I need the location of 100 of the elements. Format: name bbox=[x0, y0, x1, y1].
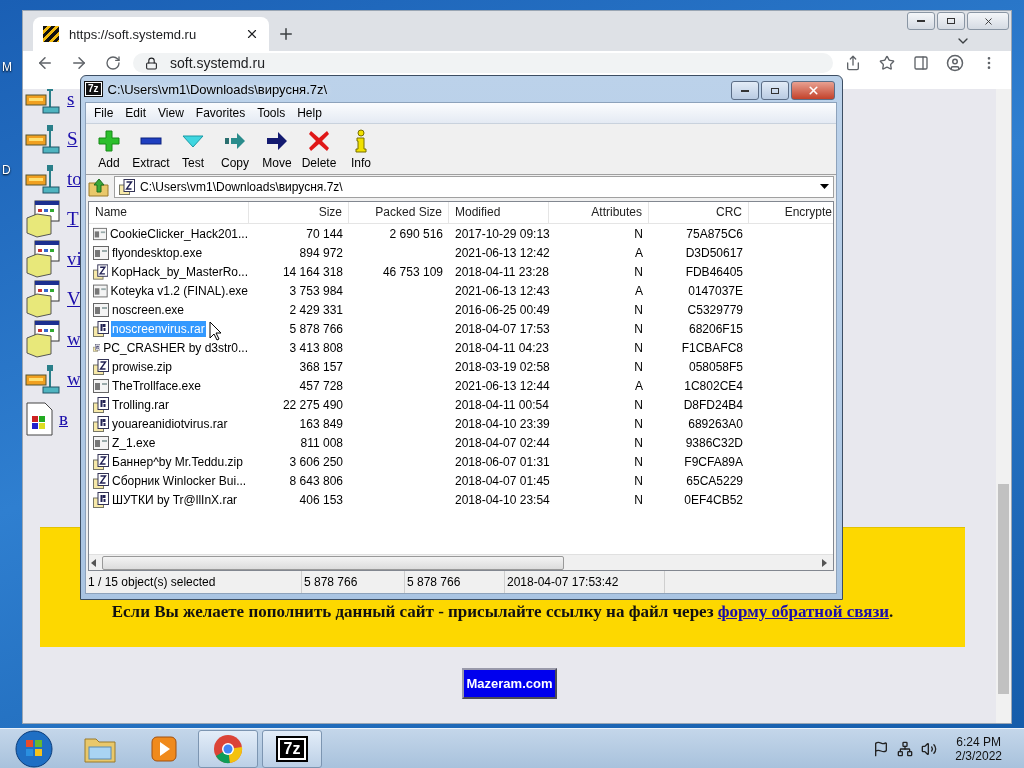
table-cell-text: A bbox=[634, 245, 644, 260]
table-cell-text: 2018-04-07 01:45 bbox=[454, 473, 549, 488]
file-name[interactable]: Trolling.rar bbox=[111, 396, 170, 413]
table-cell-text: N bbox=[633, 226, 644, 241]
column-header[interactable]: CRC bbox=[649, 202, 749, 223]
scrollbar-thumb[interactable] bbox=[998, 484, 1009, 694]
table-cell-text: 2018-04-11 00:54 bbox=[454, 397, 549, 412]
site-badge[interactable]: Mazeram.com bbox=[461, 668, 558, 699]
archive-icon bbox=[93, 453, 109, 470]
forward-icon[interactable] bbox=[70, 54, 88, 72]
table-cell-text: 2018-03-19 02:58 bbox=[454, 359, 549, 374]
file-name[interactable]: Баннер^by Mr.Teddu.zip bbox=[111, 453, 244, 470]
maximize-icon[interactable] bbox=[771, 87, 779, 94]
start-button[interactable] bbox=[14, 728, 54, 768]
scroll-right-icon[interactable] bbox=[819, 557, 829, 568]
menu-item[interactable]: View bbox=[152, 103, 190, 123]
toolbar-button[interactable]: Test bbox=[172, 128, 214, 170]
side-panel-icon[interactable] bbox=[913, 55, 929, 71]
page-link[interactable]: в bbox=[59, 408, 68, 430]
volume-icon[interactable] bbox=[921, 740, 938, 757]
file-name[interactable]: PC_CRASHER by d3str0... bbox=[102, 339, 249, 356]
star-icon[interactable] bbox=[879, 55, 895, 71]
up-folder-icon[interactable] bbox=[88, 177, 110, 197]
feedback-link[interactable]: форму обратной связи bbox=[717, 602, 890, 621]
clock[interactable]: 6:24 PM 2/3/2022 bbox=[955, 734, 1002, 763]
maximize-icon[interactable] bbox=[947, 18, 955, 24]
column-header[interactable]: Encrypte bbox=[749, 202, 833, 223]
table-cell-text: C5329779 bbox=[686, 302, 744, 317]
file-name[interactable]: flyondesktop.exe bbox=[111, 244, 204, 261]
file-icon bbox=[93, 283, 108, 298]
action-center-icon[interactable] bbox=[873, 740, 890, 757]
menu-item[interactable]: Tools bbox=[251, 103, 292, 123]
minimize-button[interactable] bbox=[907, 12, 935, 30]
dropdown-icon[interactable] bbox=[820, 184, 829, 190]
path-field[interactable]: C:\Users\vm1\Downloads\вирусня.7z\ bbox=[114, 176, 834, 198]
table-cell-text: 2017-10-29 09:13 bbox=[454, 226, 549, 241]
favicon bbox=[43, 26, 59, 42]
table-cell-text: 75A875C6 bbox=[685, 226, 744, 241]
play-icon bbox=[150, 734, 178, 763]
close-icon[interactable] bbox=[245, 27, 259, 41]
table-cell-text: N bbox=[633, 397, 644, 412]
file-name[interactable]: CookieClicker_Hack201... bbox=[108, 225, 249, 242]
maximize-button[interactable] bbox=[937, 12, 965, 30]
file-name[interactable]: TheTrollface.exe bbox=[111, 377, 202, 394]
menu-item[interactable]: Favorites bbox=[189, 103, 252, 123]
profile-icon[interactable] bbox=[946, 54, 964, 72]
toolbar-button[interactable]: Info bbox=[340, 128, 382, 170]
address-bar[interactable]: soft.systemd.ru bbox=[133, 53, 833, 73]
file-name[interactable]: youareanidiotvirus.rar bbox=[111, 415, 229, 432]
reload-icon[interactable] bbox=[105, 55, 121, 71]
share-icon[interactable] bbox=[845, 55, 861, 71]
network-icon[interactable] bbox=[897, 740, 914, 757]
page-link[interactable]: w bbox=[67, 368, 81, 390]
file-name[interactable]: KopHack_by_MasterRo... bbox=[110, 263, 249, 280]
file-name[interactable]: noscreen.exe bbox=[111, 301, 186, 318]
file-name[interactable]: Z_1.exe bbox=[111, 434, 157, 451]
page-link[interactable]: w bbox=[67, 328, 81, 350]
file-name[interactable]: Сборник Winlocker Bui... bbox=[111, 472, 248, 489]
page-link[interactable]: s bbox=[67, 89, 75, 110]
table-cell-text: 2021-06-13 12:44 bbox=[454, 378, 549, 393]
menu-item[interactable]: Help bbox=[291, 103, 328, 123]
column-header[interactable]: Modified bbox=[449, 202, 549, 223]
desktop-icon-label[interactable]: M bbox=[2, 60, 12, 74]
table-cell-text: N bbox=[633, 492, 644, 507]
back-icon[interactable] bbox=[36, 54, 54, 72]
toolbar-button[interactable]: Add bbox=[88, 128, 130, 170]
taskbar-app[interactable]: 7z bbox=[262, 729, 322, 768]
page-link[interactable]: T bbox=[67, 208, 79, 230]
toolbar-button[interactable]: Extract bbox=[130, 128, 172, 170]
file-name[interactable]: prowise.zip bbox=[111, 358, 174, 375]
close-icon[interactable] bbox=[982, 15, 994, 27]
table-cell-text: 3 753 984 bbox=[288, 283, 344, 298]
column-header[interactable]: Name bbox=[89, 202, 249, 223]
maximize-button[interactable] bbox=[761, 81, 789, 100]
table-cell-text: 8 643 806 bbox=[288, 473, 344, 488]
table-cell-text: FDB46405 bbox=[684, 264, 744, 279]
column-header[interactable]: Packed Size bbox=[349, 202, 449, 223]
close-button[interactable] bbox=[791, 81, 835, 100]
minimize-button[interactable] bbox=[731, 81, 759, 100]
new-tab-icon[interactable] bbox=[277, 25, 295, 43]
toolbar-button[interactable]: Copy bbox=[214, 128, 256, 170]
desktop-icon-label[interactable]: D bbox=[2, 163, 11, 177]
app-logo: 7z bbox=[85, 82, 102, 96]
column-header[interactable]: Attributes bbox=[549, 202, 649, 223]
toolbox-icon bbox=[25, 363, 61, 395]
menu-item[interactable]: File bbox=[88, 103, 120, 123]
toolbar-button[interactable]: Delete bbox=[298, 128, 340, 170]
file-name[interactable]: ШУТКИ by Tr@llInX.rar bbox=[111, 491, 239, 508]
browser-tab[interactable]: https://soft.systemd.ru bbox=[33, 17, 269, 51]
page-link[interactable]: vi bbox=[67, 248, 82, 270]
file-icon bbox=[93, 302, 109, 317]
taskbar-app[interactable] bbox=[198, 729, 258, 768]
scroll-left-icon[interactable] bbox=[89, 557, 99, 568]
file-name[interactable]: Koteyka v1.2 (FINAL).exe bbox=[109, 282, 249, 299]
column-header[interactable]: Size bbox=[249, 202, 349, 223]
page-link[interactable]: S bbox=[67, 128, 78, 150]
scrollbar-thumb[interactable] bbox=[102, 555, 564, 570]
toolbar-button[interactable]: Move bbox=[256, 128, 298, 170]
menu-item[interactable]: Edit bbox=[119, 103, 153, 123]
page-link[interactable]: V bbox=[67, 288, 81, 310]
